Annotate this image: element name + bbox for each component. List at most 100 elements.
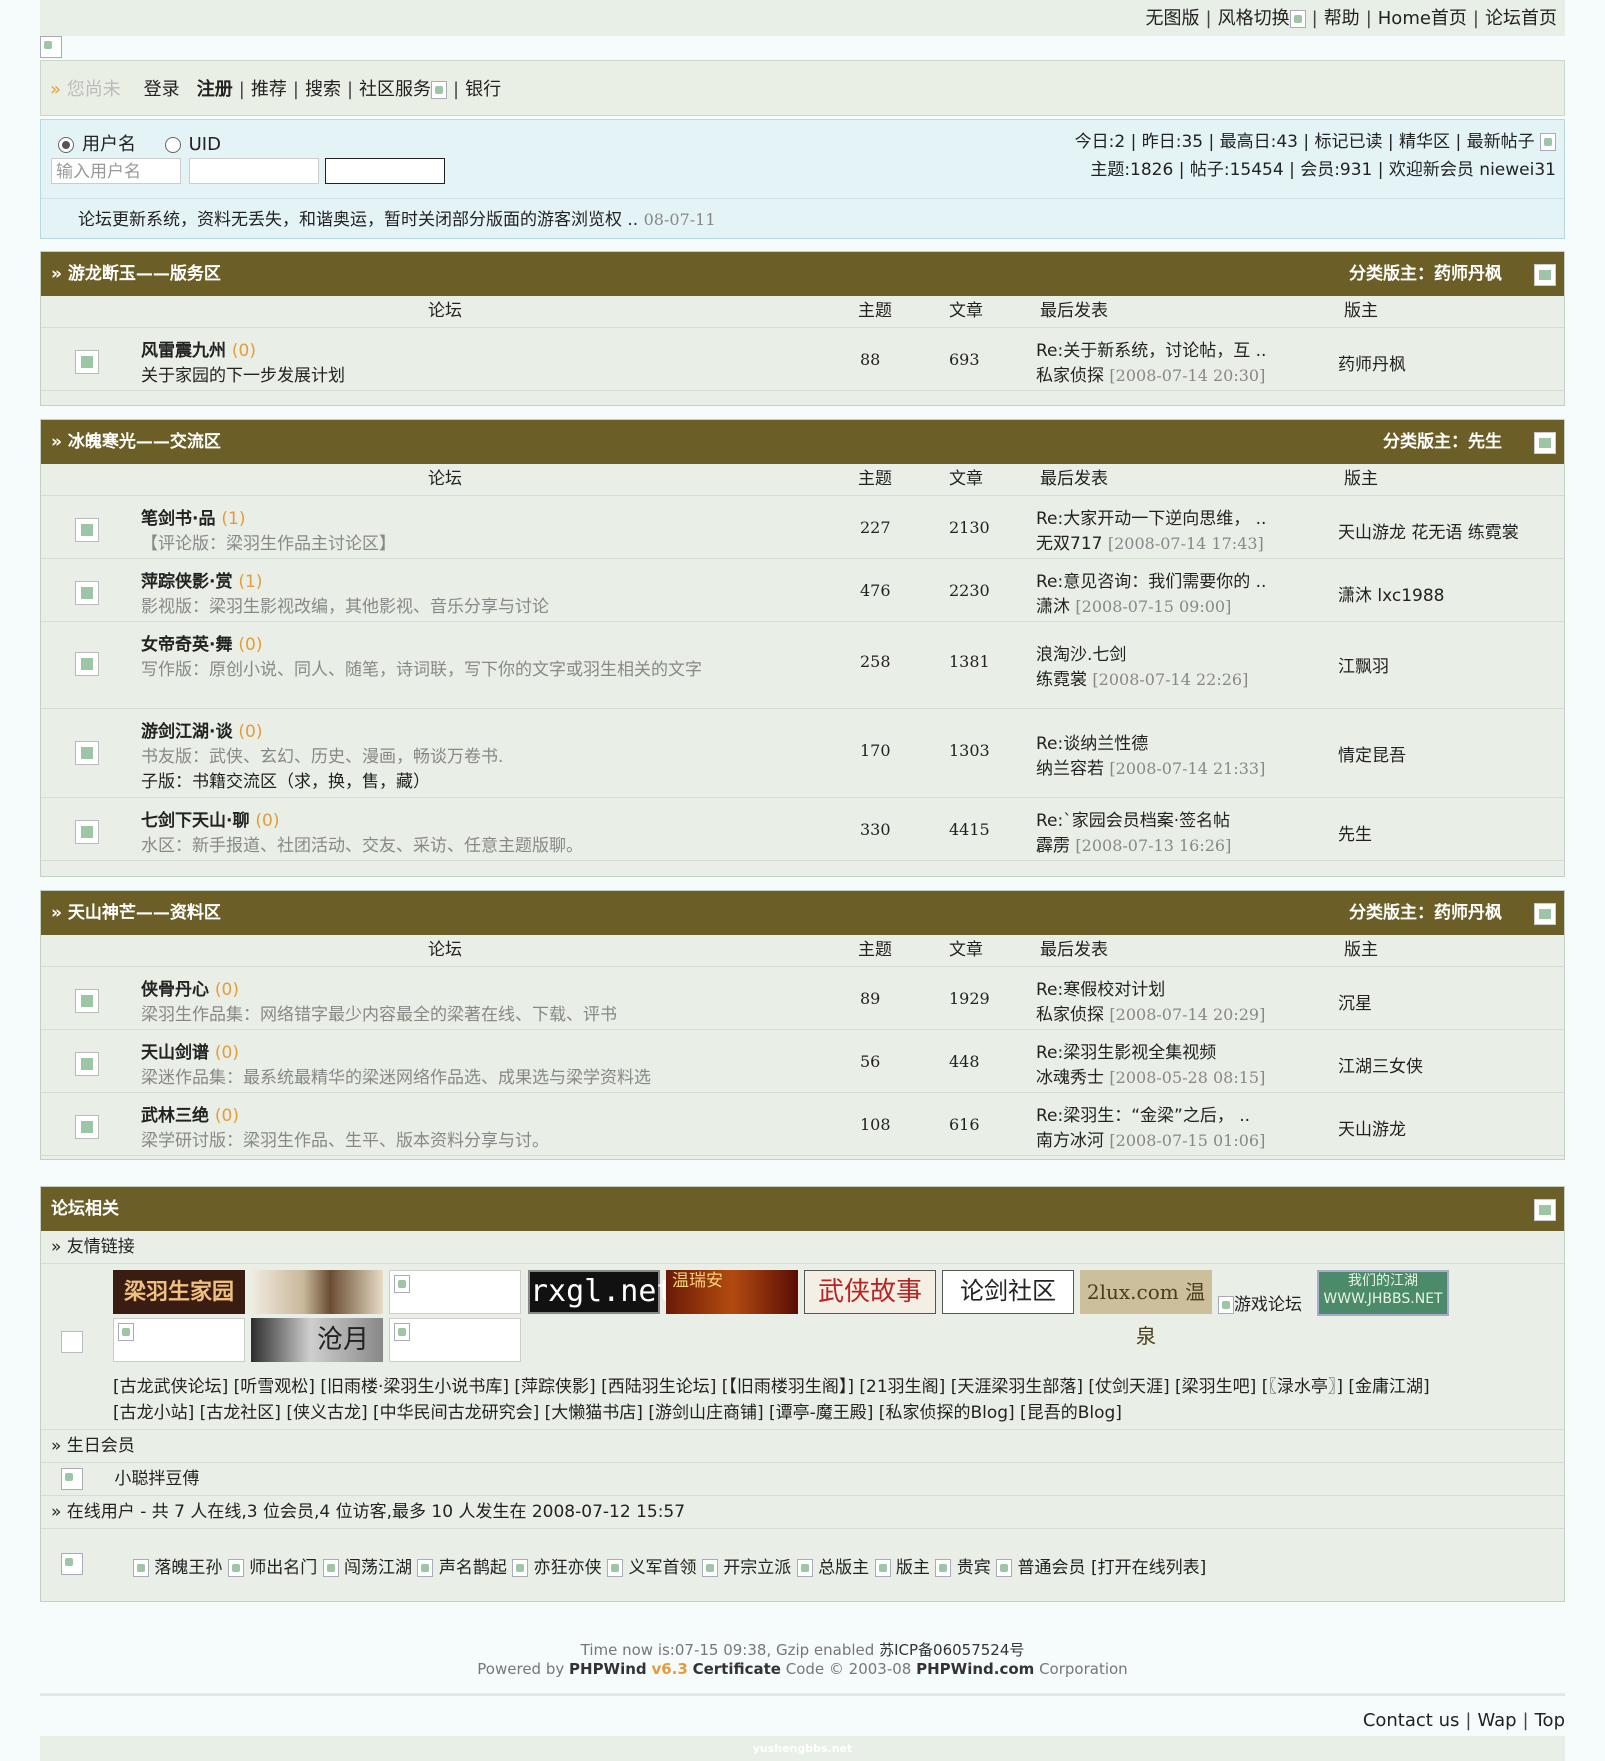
friend-link-banner[interactable]: rxgl.net: [528, 1270, 675, 1314]
certificate-link[interactable]: Certificate: [693, 1660, 781, 1678]
rank-icon: [874, 1559, 891, 1577]
column-headers: 论坛 主题 文章 最后发表 版主: [41, 464, 1564, 496]
last-post-title[interactable]: Re:谈纳兰性德: [1036, 729, 1148, 754]
section-admin[interactable]: 分类版主：先生: [1383, 420, 1502, 464]
friend-link-banner[interactable]: 论剑社区: [942, 1270, 1074, 1314]
forum-mods[interactable]: 药师丹枫: [1338, 350, 1406, 375]
friend-link-banner[interactable]: 武侠故事: [804, 1270, 936, 1314]
forum-name[interactable]: 萍踪侠影·赏 (1): [141, 567, 262, 592]
wap-link[interactable]: Wap: [1477, 1710, 1516, 1731]
forum-mods[interactable]: 情定昆吾: [1338, 741, 1406, 766]
forum-name[interactable]: 女帝奇英·舞 (0): [141, 630, 262, 655]
text-links-row-2[interactable]: [古龙小站] [古龙社区] [侠义古龙] [中华民间古龙研究会] [大懒猫书店]…: [113, 1400, 1553, 1426]
section-admin[interactable]: 分类版主：药师丹枫: [1349, 891, 1502, 935]
stats-line-1[interactable]: 今日:2 | 昨日:35 | 最高日:43 | 标记已读 | 精华区 | 最新帖…: [1075, 132, 1535, 152]
last-post-title[interactable]: Re:梁羽生：“金梁”之后， ..: [1036, 1101, 1250, 1126]
last-post-title[interactable]: 浪淘沙.七剑: [1036, 640, 1126, 665]
forum-name[interactable]: 天山剑谱 (0): [141, 1038, 239, 1063]
forum-name[interactable]: 风雷震九州 (0): [141, 336, 256, 361]
contact-link[interactable]: Contact us: [1363, 1710, 1460, 1731]
uid-radio[interactable]: [164, 137, 181, 153]
community-link[interactable]: 社区服务: [359, 79, 431, 100]
collapse-icon[interactable]: [1534, 432, 1556, 454]
last-post-title[interactable]: Re:寒假校对计划: [1036, 975, 1165, 1000]
collapse-icon[interactable]: [1534, 264, 1556, 286]
community-dropdown-icon[interactable]: [431, 81, 448, 99]
text-links-row-1[interactable]: [古龙武侠论坛] [听雪观松] [旧雨楼·梁羽生小说书库] [萍踪侠影] [西陆…: [113, 1374, 1553, 1400]
top-link[interactable]: Top: [1535, 1710, 1565, 1731]
last-post-user[interactable]: 无双717: [1036, 534, 1102, 554]
last-post-user[interactable]: 私家侦探: [1036, 1005, 1104, 1025]
help-link[interactable]: 帮助: [1324, 8, 1360, 29]
friend-link-game-forum[interactable]: 游戏论坛: [1218, 1290, 1302, 1315]
forum-mods[interactable]: 潇沐 lxc1988: [1338, 581, 1445, 606]
forum-mods[interactable]: 天山游龙 花无语 练霓裳: [1338, 518, 1519, 543]
last-post-title[interactable]: Re:关于新系统，讨论帖，互 ..: [1036, 336, 1266, 361]
friend-link-banner[interactable]: 2lux.com 温泉: [1080, 1270, 1212, 1348]
last-post-user[interactable]: 霹雳: [1036, 836, 1070, 856]
forum-mods[interactable]: 江飘羽: [1338, 652, 1389, 677]
collapse-icon[interactable]: [1534, 1199, 1556, 1221]
last-post-user[interactable]: 私家侦探: [1036, 366, 1104, 386]
last-post-title[interactable]: Re:大家开动一下逆向思维， ..: [1036, 504, 1266, 529]
search-link[interactable]: 搜索: [305, 79, 341, 100]
phpwind-site-link[interactable]: PHPWind.com: [916, 1660, 1034, 1678]
forum-name[interactable]: 武林三绝 (0): [141, 1101, 239, 1126]
username-radio[interactable]: [58, 137, 74, 153]
last-post-title[interactable]: Re:梁羽生影视全集视频: [1036, 1038, 1216, 1063]
friend-link-banner[interactable]: 我们的江湖 WWW.JHBBS.NET: [1317, 1270, 1449, 1316]
last-post-user[interactable]: 南方冰河: [1036, 1131, 1104, 1151]
last-post-title[interactable]: Re:意见咨询：我们需要你的 ..: [1036, 567, 1266, 592]
section-related: 论坛相关 » 友情链接 梁羽生家园 rxgl.net 温瑞安 武侠故事 论剑社区…: [40, 1186, 1565, 1602]
login-link[interactable]: 登录: [144, 79, 180, 100]
no-image-link[interactable]: 无图版: [1146, 8, 1200, 29]
open-online-list-link[interactable]: [打开在线列表]: [1091, 1558, 1206, 1578]
section-admin[interactable]: 分类版主：药师丹枫: [1349, 252, 1502, 296]
last-post-user[interactable]: 潇沐: [1036, 597, 1070, 617]
register-link[interactable]: 注册: [197, 79, 233, 100]
last-post-title[interactable]: Re:`家园会员档案·签名帖: [1036, 806, 1230, 831]
login-submit-field[interactable]: [325, 158, 445, 184]
last-post-user[interactable]: 练霓裳: [1036, 670, 1087, 690]
forum-name[interactable]: 七剑下天山·聊 (0): [141, 806, 279, 831]
friend-link-banner[interactable]: 沧月: [251, 1318, 383, 1362]
logo-broken-image-icon[interactable]: [40, 36, 62, 58]
text-links[interactable]: [古龙武侠论坛] [听雪观松] [旧雨楼·梁羽生小说书库] [萍踪侠影] [西陆…: [113, 1374, 1553, 1426]
friend-link-banner[interactable]: [389, 1270, 521, 1314]
announcement-text[interactable]: 论坛更新系统，资料无丢失，和谐奥运，暂时关闭部分版面的游客浏览权 ..: [78, 210, 638, 230]
birthday-member[interactable]: 小聪拌豆傅: [114, 1469, 199, 1489]
subforum-link[interactable]: 子版：书籍交流区（求，换，售，藏）: [141, 767, 430, 792]
bank-link[interactable]: 银行: [465, 79, 501, 100]
forum-home-link[interactable]: 论坛首页: [1485, 8, 1557, 29]
friend-link-banner[interactable]: [389, 1318, 521, 1362]
forum-mods[interactable]: 天山游龙: [1338, 1115, 1406, 1140]
forum-name[interactable]: 游剑江湖·谈 (0): [141, 717, 262, 742]
password-input[interactable]: [189, 158, 319, 184]
friend-link-banner[interactable]: 梁羽生家园: [113, 1270, 245, 1314]
style-dropdown-icon[interactable]: [1289, 10, 1306, 28]
last-post-user[interactable]: 冰魂秀士: [1036, 1068, 1104, 1088]
friend-link-banner[interactable]: [251, 1270, 383, 1314]
icp-link[interactable]: 苏ICP备06057524号: [879, 1641, 1024, 1659]
home-link[interactable]: Home首页: [1378, 8, 1467, 29]
collapse-icon[interactable]: [1534, 903, 1556, 925]
forum-mods[interactable]: 沉星: [1338, 989, 1372, 1014]
friend-link-banner[interactable]: [113, 1318, 245, 1362]
forum-name[interactable]: 笔剑书·品 (1): [141, 504, 245, 529]
phpwind-link[interactable]: PHPWind: [569, 1660, 647, 1678]
section-title[interactable]: » 天山神芒——资料区: [51, 903, 221, 923]
friend-link-banner[interactable]: 温瑞安: [666, 1270, 798, 1314]
section-title[interactable]: » 冰魄寒光——交流区: [51, 432, 221, 452]
last-post-user[interactable]: 纳兰容若: [1036, 759, 1104, 779]
server-time: Time now is:07-15 09:38, Gzip enabled: [580, 1641, 880, 1659]
style-switch-link[interactable]: 风格切换: [1218, 8, 1290, 29]
forum-desc: 水区：新手报道、社团活动、交友、采访、任意主题版聊。: [141, 836, 583, 856]
recommend-link[interactable]: 推荐: [251, 79, 287, 100]
forum-mods[interactable]: 江湖三女侠: [1338, 1052, 1423, 1077]
username-input[interactable]: 输入用户名: [51, 158, 181, 184]
rss-icon[interactable]: [1540, 133, 1556, 151]
section-title[interactable]: » 游龙断玉——版务区: [51, 264, 221, 284]
forum-name[interactable]: 侠骨丹心 (0): [141, 975, 239, 1000]
forum-mods[interactable]: 先生: [1338, 820, 1372, 845]
forum-status-icon: [75, 1052, 99, 1076]
